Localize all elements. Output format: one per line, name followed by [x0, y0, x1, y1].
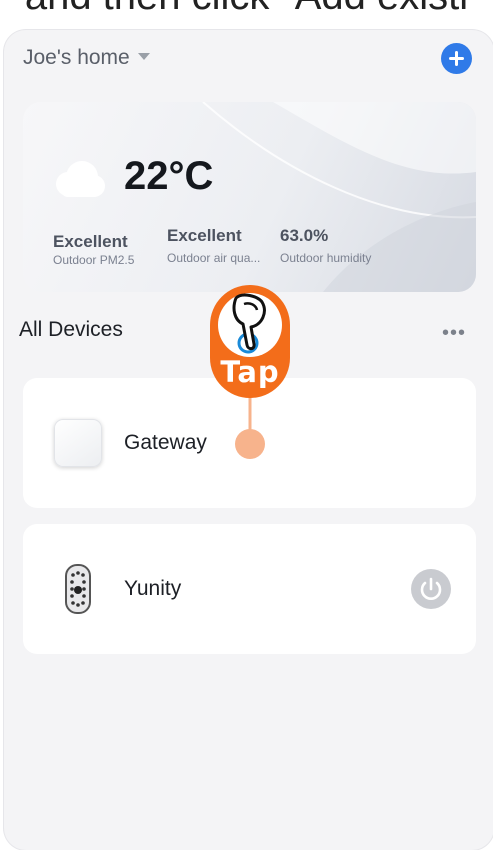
tap-hint-overlay	[210, 285, 290, 459]
tap-label: Tap	[220, 355, 280, 389]
tap-target-dot	[235, 429, 265, 459]
